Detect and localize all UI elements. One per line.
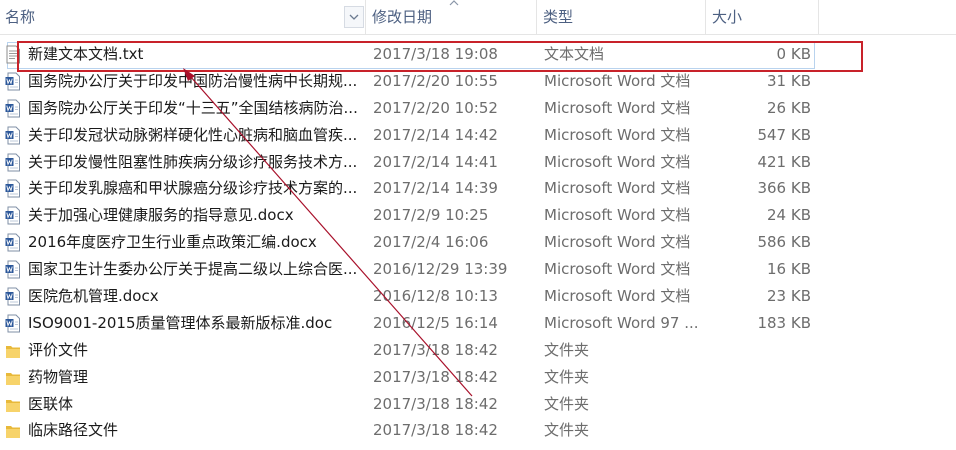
- file-size: [707, 391, 811, 418]
- word-file-icon: [5, 314, 20, 333]
- file-type: Microsoft Word 文档: [544, 206, 691, 225]
- file-date: 2016/12/8 10:13: [373, 287, 498, 306]
- file-row[interactable]: ISO9001-2015质量管理体系最新版标准.doc 2016/12/5 16:…: [0, 310, 956, 337]
- file-type: Microsoft Word 文档: [544, 152, 691, 171]
- file-size: 586 KB: [757, 233, 811, 252]
- word-file-icon: [5, 126, 20, 145]
- file-row[interactable]: 国务院办公厅关于印发“十三五”全国结核病防治... 2017/2/20 10:52…: [0, 95, 956, 122]
- file-type: Microsoft Word 文档: [544, 98, 691, 117]
- file-row[interactable]: 2016年度医疗卫生行业重点政策汇编.docx 2017/2/4 16:06 Mic…: [0, 229, 956, 256]
- file-size: 421 KB: [757, 152, 811, 171]
- folder-row[interactable]: 评价文件 2017/3/18 18:42 文件夹: [0, 337, 956, 364]
- file-date: 2016/12/5 16:14: [373, 313, 498, 332]
- file-type: 文件夹: [544, 394, 590, 413]
- file-row[interactable]: 国家卫生计生委办公厅关于提高二级以上综合医... 2016/12/29 13:39…: [0, 256, 956, 283]
- file-date: 2017/2/4 16:06: [373, 233, 489, 252]
- file-type: Microsoft Word 文档: [544, 287, 691, 306]
- folder-row[interactable]: 医联体 2017/3/18 18:42 文件夹: [0, 391, 956, 418]
- folder-icon: [6, 345, 20, 358]
- file-date: 2017/3/18 18:42: [373, 421, 498, 440]
- file-name: 临床路径文件: [28, 421, 119, 440]
- word-file-icon: [5, 206, 20, 225]
- file-size: 183 KB: [757, 313, 811, 332]
- file-date: 2017/2/14 14:41: [373, 152, 498, 171]
- column-header-type[interactable]: 类型: [538, 0, 706, 34]
- file-size: [707, 364, 811, 391]
- file-name: 国务院办公厅关于印发“十三五”全国结核病防治...: [28, 98, 358, 117]
- file-name: 关于加强心理健康服务的指导意见.docx: [28, 206, 294, 225]
- file-date: 2017/2/14 14:42: [373, 125, 498, 144]
- column-dropdown-button[interactable]: [344, 6, 364, 28]
- file-name: 关于印发慢性阻塞性肺疾病分级诊疗服务技术方...: [28, 152, 358, 171]
- file-size: 26 KB: [767, 98, 811, 117]
- file-row[interactable]: 关于印发冠状动脉粥样硬化性心脏病和脑血管疾... 2017/2/14 14:42 M…: [0, 122, 956, 149]
- file-size: [707, 337, 811, 364]
- folder-icon: [6, 399, 20, 412]
- file-row[interactable]: 关于加强心理健康服务的指导意见.docx 2017/2/9 10:25 Micros…: [0, 202, 956, 229]
- file-size: 366 KB: [757, 179, 811, 198]
- folder-icon: [6, 426, 20, 439]
- file-name: 关于印发冠状动脉粥样硬化性心脏病和脑血管疾...: [28, 125, 358, 144]
- column-header-name[interactable]: 名称: [0, 0, 366, 34]
- file-name: 国家卫生计生委办公厅关于提高二级以上综合医...: [28, 260, 358, 279]
- chevron-down-icon: [349, 14, 359, 20]
- file-date: 2017/2/9 10:25: [373, 206, 489, 225]
- column-header-bar: 名称 修改日期 类型 大小: [0, 0, 956, 35]
- word-file-icon: [5, 233, 20, 252]
- file-date: 2016/12/29 13:39: [373, 260, 508, 279]
- folder-row[interactable]: 临床路径文件 2017/3/18 18:42 文件夹: [0, 417, 956, 444]
- file-row[interactable]: 关于印发慢性阻塞性肺疾病分级诊疗服务技术方... 2017/2/14 14:41 M…: [0, 149, 956, 176]
- file-type: Microsoft Word 文档: [544, 179, 691, 198]
- file-size: 547 KB: [757, 125, 811, 144]
- file-name: 关于印发乳腺癌和甲状腺癌分级诊疗技术方案的...: [28, 179, 358, 198]
- column-header-size[interactable]: 大小: [707, 0, 819, 34]
- word-file-icon: [5, 179, 20, 198]
- file-date: 2017/2/20 10:52: [373, 98, 498, 117]
- folder-row[interactable]: 药物管理 2017/3/18 18:42 文件夹: [0, 364, 956, 391]
- file-date: 2017/3/18 18:42: [373, 394, 498, 413]
- file-type: 文件夹: [544, 421, 590, 440]
- file-type: 文件夹: [544, 367, 590, 386]
- column-header-name-label: 名称: [5, 8, 36, 26]
- file-name: ISO9001-2015质量管理体系最新版标准.doc: [28, 313, 333, 332]
- file-size: 23 KB: [767, 287, 811, 306]
- file-name: 2016年度医疗卫生行业重点政策汇编.docx: [28, 233, 317, 252]
- word-file-icon: [5, 287, 20, 306]
- file-list: 新建文本文档.txt 2017/3/18 19:08 文本文档 0 KB 国务院办公厅关…: [0, 41, 956, 444]
- file-type: Microsoft Word 文档: [544, 233, 691, 252]
- file-name: 医院危机管理.docx: [28, 287, 159, 306]
- file-name: 评价文件: [28, 340, 89, 359]
- file-size: [707, 417, 811, 444]
- file-type: Microsoft Word 文档: [544, 125, 691, 144]
- column-header-date-label: 修改日期: [372, 8, 433, 26]
- file-type: Microsoft Word 文档: [544, 260, 691, 279]
- file-name: 药物管理: [28, 367, 89, 386]
- file-name: 医联体: [28, 394, 74, 413]
- file-date: 2017/3/18 18:42: [373, 340, 498, 359]
- highlight-annotation: [17, 41, 863, 72]
- column-header-date[interactable]: 修改日期: [367, 0, 537, 34]
- word-file-icon: [5, 153, 20, 172]
- file-type: Microsoft Word 97 ...: [544, 313, 699, 332]
- file-row[interactable]: 医院危机管理.docx 2016/12/8 10:13 Microsoft Word…: [0, 283, 956, 310]
- file-row[interactable]: 关于印发乳腺癌和甲状腺癌分级诊疗技术方案的... 2017/2/14 14:39 M…: [0, 175, 956, 202]
- folder-icon: [6, 372, 20, 385]
- column-header-type-label: 类型: [543, 8, 574, 26]
- file-size: 16 KB: [767, 260, 811, 279]
- word-file-icon: [5, 99, 20, 118]
- word-file-icon: [5, 72, 20, 91]
- file-size: 24 KB: [767, 206, 811, 225]
- file-type: 文件夹: [544, 340, 590, 359]
- file-date: 2017/2/14 14:39: [373, 179, 498, 198]
- word-file-icon: [5, 260, 20, 279]
- file-date: 2017/3/18 18:42: [373, 367, 498, 386]
- column-header-size-label: 大小: [712, 8, 743, 26]
